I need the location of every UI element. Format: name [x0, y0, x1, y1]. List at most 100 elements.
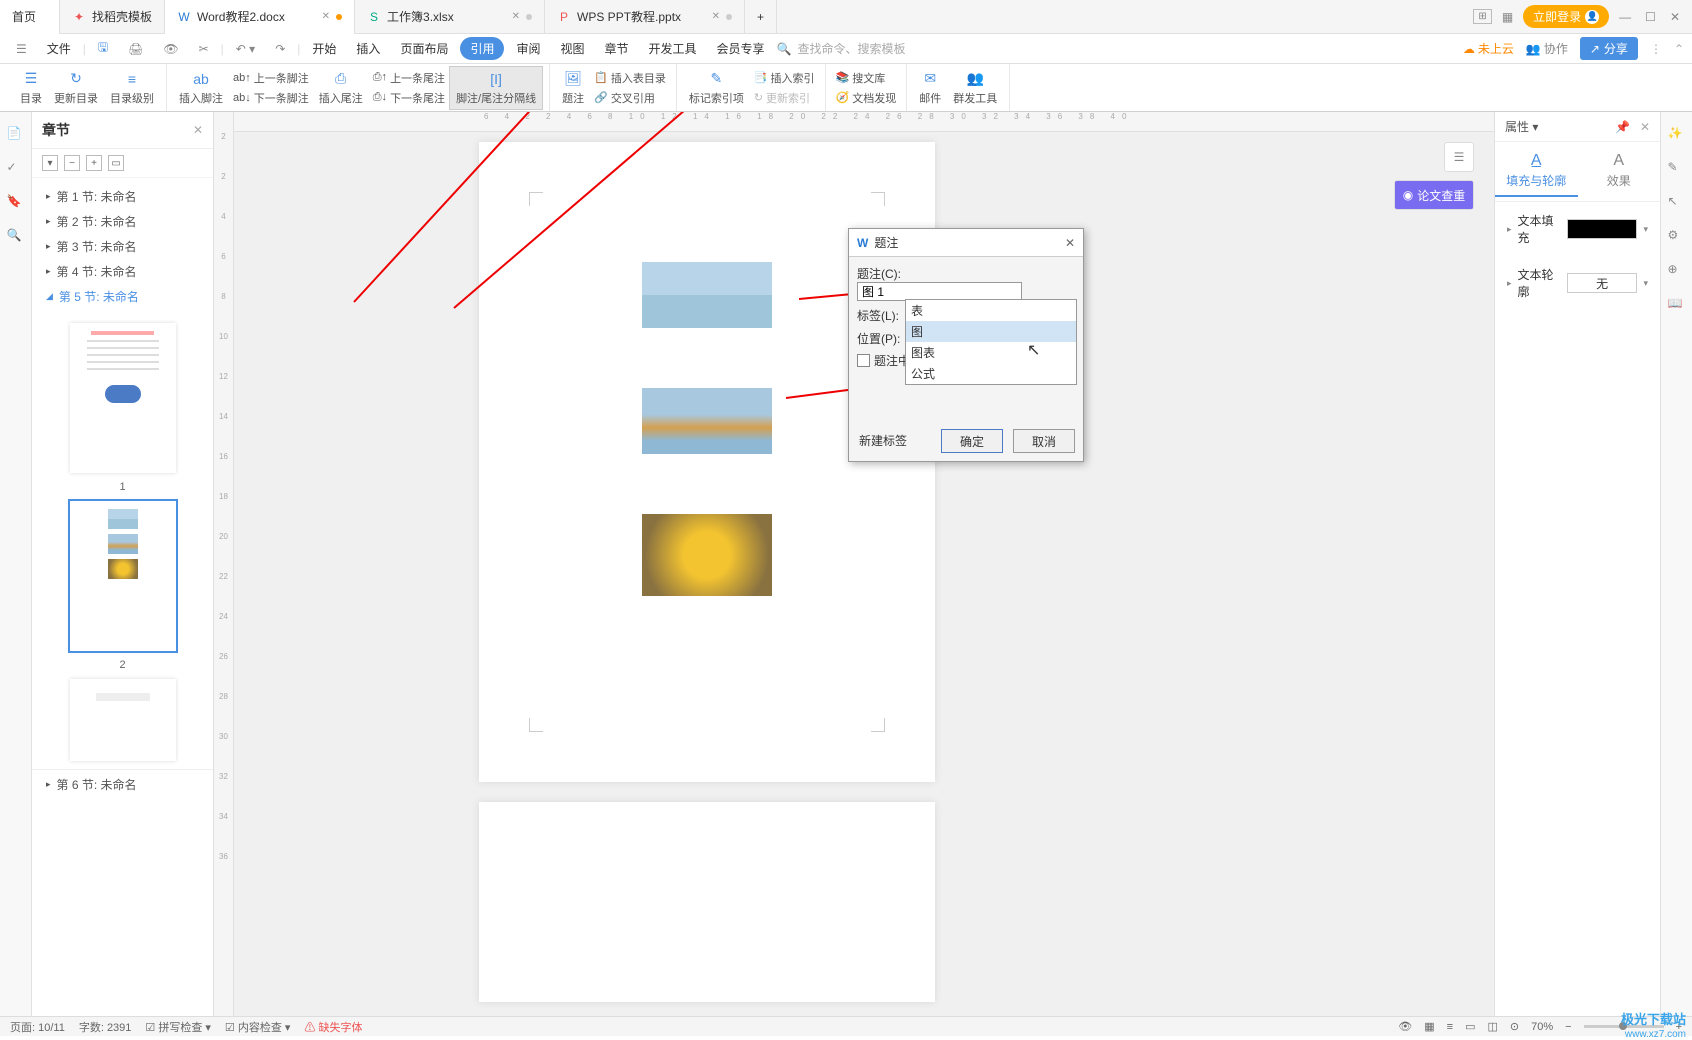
assist-icon[interactable]: ✨ [1668, 126, 1686, 144]
tab-home[interactable]: 首页 [0, 0, 60, 34]
minimize-icon[interactable]: — [1619, 10, 1631, 24]
collapse-icon[interactable]: ▾ [42, 155, 58, 171]
view-mode-3-icon[interactable]: ▭ [1465, 1020, 1475, 1033]
grid-icon[interactable]: ▦ [1502, 10, 1513, 24]
menu-insert[interactable]: 插入 [348, 36, 388, 61]
dropdown-item-1[interactable]: 图 [906, 321, 1076, 342]
insert-footnote-button[interactable]: ab插入脚注 [173, 66, 229, 110]
toc-level-button[interactable]: ≡目录级别 [104, 66, 160, 110]
rp-text-outline-row[interactable]: ▸ 文本轮廓 无 ▾ [1495, 256, 1660, 310]
thumb-3[interactable] [70, 679, 176, 761]
redo-icon[interactable]: ↷ [267, 38, 293, 60]
spell-check[interactable]: ☑ 拼写检查 ▾ [145, 1019, 211, 1035]
menu-dev[interactable]: 开发工具 [641, 36, 705, 61]
menu-reference[interactable]: 引用 [460, 37, 504, 60]
section-item-6[interactable]: ▸第 6 节: 未命名 [46, 776, 199, 793]
close-icon[interactable]: ✕ [322, 11, 330, 22]
ok-button[interactable]: 确定 [941, 429, 1003, 453]
missing-font[interactable]: ⚠ 缺失字体 [304, 1019, 362, 1035]
new-tag-link[interactable]: 新建标签 [859, 432, 907, 449]
pen-icon[interactable]: ✎ [1668, 160, 1686, 178]
close-icon[interactable]: ✕ [712, 11, 720, 22]
plus-icon[interactable]: + [86, 155, 102, 171]
sidebar-close-icon[interactable]: ✕ [193, 123, 203, 137]
mark-entry-button[interactable]: ✎标记索引项 [683, 66, 750, 110]
section-item-2[interactable]: ▸第 2 节: 未命名 [32, 209, 213, 234]
section-item-3[interactable]: ▸第 3 节: 未命名 [32, 234, 213, 259]
task-icon[interactable]: ✓ [7, 160, 25, 178]
location-icon[interactable]: ⊕ [1668, 262, 1686, 280]
print-icon[interactable]: 🖨 [120, 38, 151, 60]
tab-word-doc[interactable]: W Word教程2.docx ✕ [165, 0, 355, 34]
doc-image-2[interactable] [642, 388, 772, 454]
mail-button[interactable]: ✉邮件 [913, 66, 947, 110]
outline-icon[interactable]: 📄 [7, 126, 25, 144]
dialog-close-icon[interactable]: ✕ [1065, 236, 1075, 250]
content-check[interactable]: ☑ 内容检查 ▾ [225, 1019, 291, 1035]
bookmark-icon[interactable]: 🔖 [7, 194, 25, 212]
minus-icon[interactable]: − [64, 155, 80, 171]
close-panel-icon[interactable]: ✕ [1640, 120, 1650, 134]
undo-icon[interactable]: ↶ ▾ [228, 38, 263, 60]
save-icon[interactable]: 🖫 [90, 34, 116, 63]
dropdown-item-3[interactable]: 公式 [906, 363, 1076, 384]
eye-icon[interactable]: 👁 [1398, 1020, 1412, 1033]
toc-button[interactable]: ☰目录 [14, 66, 48, 110]
thumb-1[interactable] [70, 323, 176, 473]
close-icon[interactable]: ✕ [512, 11, 520, 22]
dropdown-item-0[interactable]: 表 [906, 300, 1076, 321]
menu-vip[interactable]: 会员专享 [709, 36, 773, 61]
caption-checkbox[interactable] [857, 354, 870, 367]
insert-index-button[interactable]: 📑插入索引 [750, 69, 819, 87]
caption-button[interactable]: 🖼题注 [556, 66, 590, 110]
expand-icon[interactable]: ▭ [108, 155, 124, 171]
layout-icon[interactable]: ⊞ [1473, 9, 1491, 24]
file-menu[interactable]: 文件 [39, 36, 79, 61]
close-window-icon[interactable]: ✕ [1670, 10, 1680, 24]
tab-workbook[interactable]: S 工作簿3.xlsx ✕ [355, 0, 545, 34]
prev-footnote-button[interactable]: ab↑上一条脚注 [229, 69, 313, 87]
zoom-value[interactable]: 70% [1531, 1021, 1553, 1033]
update-toc-button[interactable]: ↻更新目录 [48, 66, 104, 110]
preview-icon[interactable]: 👁 [155, 38, 186, 60]
menu-review[interactable]: 审阅 [508, 36, 548, 61]
rp-tab-fill[interactable]: A̲ 填充与轮廓 [1495, 146, 1578, 197]
cross-ref-button[interactable]: 🔗交叉引用 [590, 89, 670, 107]
maximize-icon[interactable]: ☐ [1645, 10, 1656, 24]
dropdown-item-2[interactable]: 图表 [906, 342, 1076, 363]
update-index-button[interactable]: ↻更新索引 [750, 89, 819, 107]
rp-tab-effect[interactable]: A 效果 [1578, 146, 1661, 197]
menu-layout[interactable]: 页面布局 [392, 36, 456, 61]
search-lib-button[interactable]: 📚搜文库 [832, 69, 901, 87]
find-icon[interactable]: 🔍 [7, 228, 25, 246]
menu-start[interactable]: 开始 [304, 36, 344, 61]
doc-image-1[interactable] [642, 262, 772, 328]
new-tab-button[interactable]: + [745, 0, 777, 34]
outline-select[interactable]: 无 [1567, 273, 1638, 293]
tab-ppt[interactable]: P WPS PPT教程.pptx ✕ [545, 0, 745, 34]
pointer-icon[interactable]: ↖ [1668, 194, 1686, 212]
prev-endnote-button[interactable]: ⎙↑上一条尾注 [369, 69, 449, 87]
insert-endnote-button[interactable]: ⎙插入尾注 [313, 66, 369, 110]
next-endnote-button[interactable]: ⎙↓下一条尾注 [369, 89, 449, 107]
group-send-button[interactable]: 👥群发工具 [947, 66, 1003, 110]
next-footnote-button[interactable]: ab↓下一条脚注 [229, 89, 313, 107]
view-mode-2-icon[interactable]: ≡ [1447, 1021, 1453, 1033]
cancel-button[interactable]: 取消 [1013, 429, 1075, 453]
section-item-1[interactable]: ▸第 1 节: 未命名 [32, 184, 213, 209]
settings-icon[interactable]: ⚙ [1668, 228, 1686, 246]
float-menu-icon[interactable]: ☰ [1444, 142, 1474, 172]
word-count[interactable]: 字数: 2391 [79, 1019, 132, 1035]
thumb-2[interactable] [70, 501, 176, 651]
doc-discover-button[interactable]: 🧭文档发现 [832, 89, 901, 107]
chevron-up-icon[interactable]: ⌃ [1674, 42, 1684, 56]
menu-chapter[interactable]: 章节 [597, 36, 637, 61]
insert-fig-toc-button[interactable]: 📋插入表目录 [590, 69, 670, 87]
tab-template[interactable]: ✦ 找稻壳模板 [60, 0, 165, 34]
login-button[interactable]: 立即登录 👤 [1523, 5, 1609, 28]
cloud-status[interactable]: ☁ 未上云 [1463, 40, 1514, 57]
hamburger-icon[interactable]: ☰ [8, 38, 35, 60]
doc-image-3[interactable] [642, 514, 772, 596]
collab-button[interactable]: 👥 协作 [1526, 40, 1568, 57]
chevron-down-icon[interactable]: ▾ [1643, 224, 1648, 235]
